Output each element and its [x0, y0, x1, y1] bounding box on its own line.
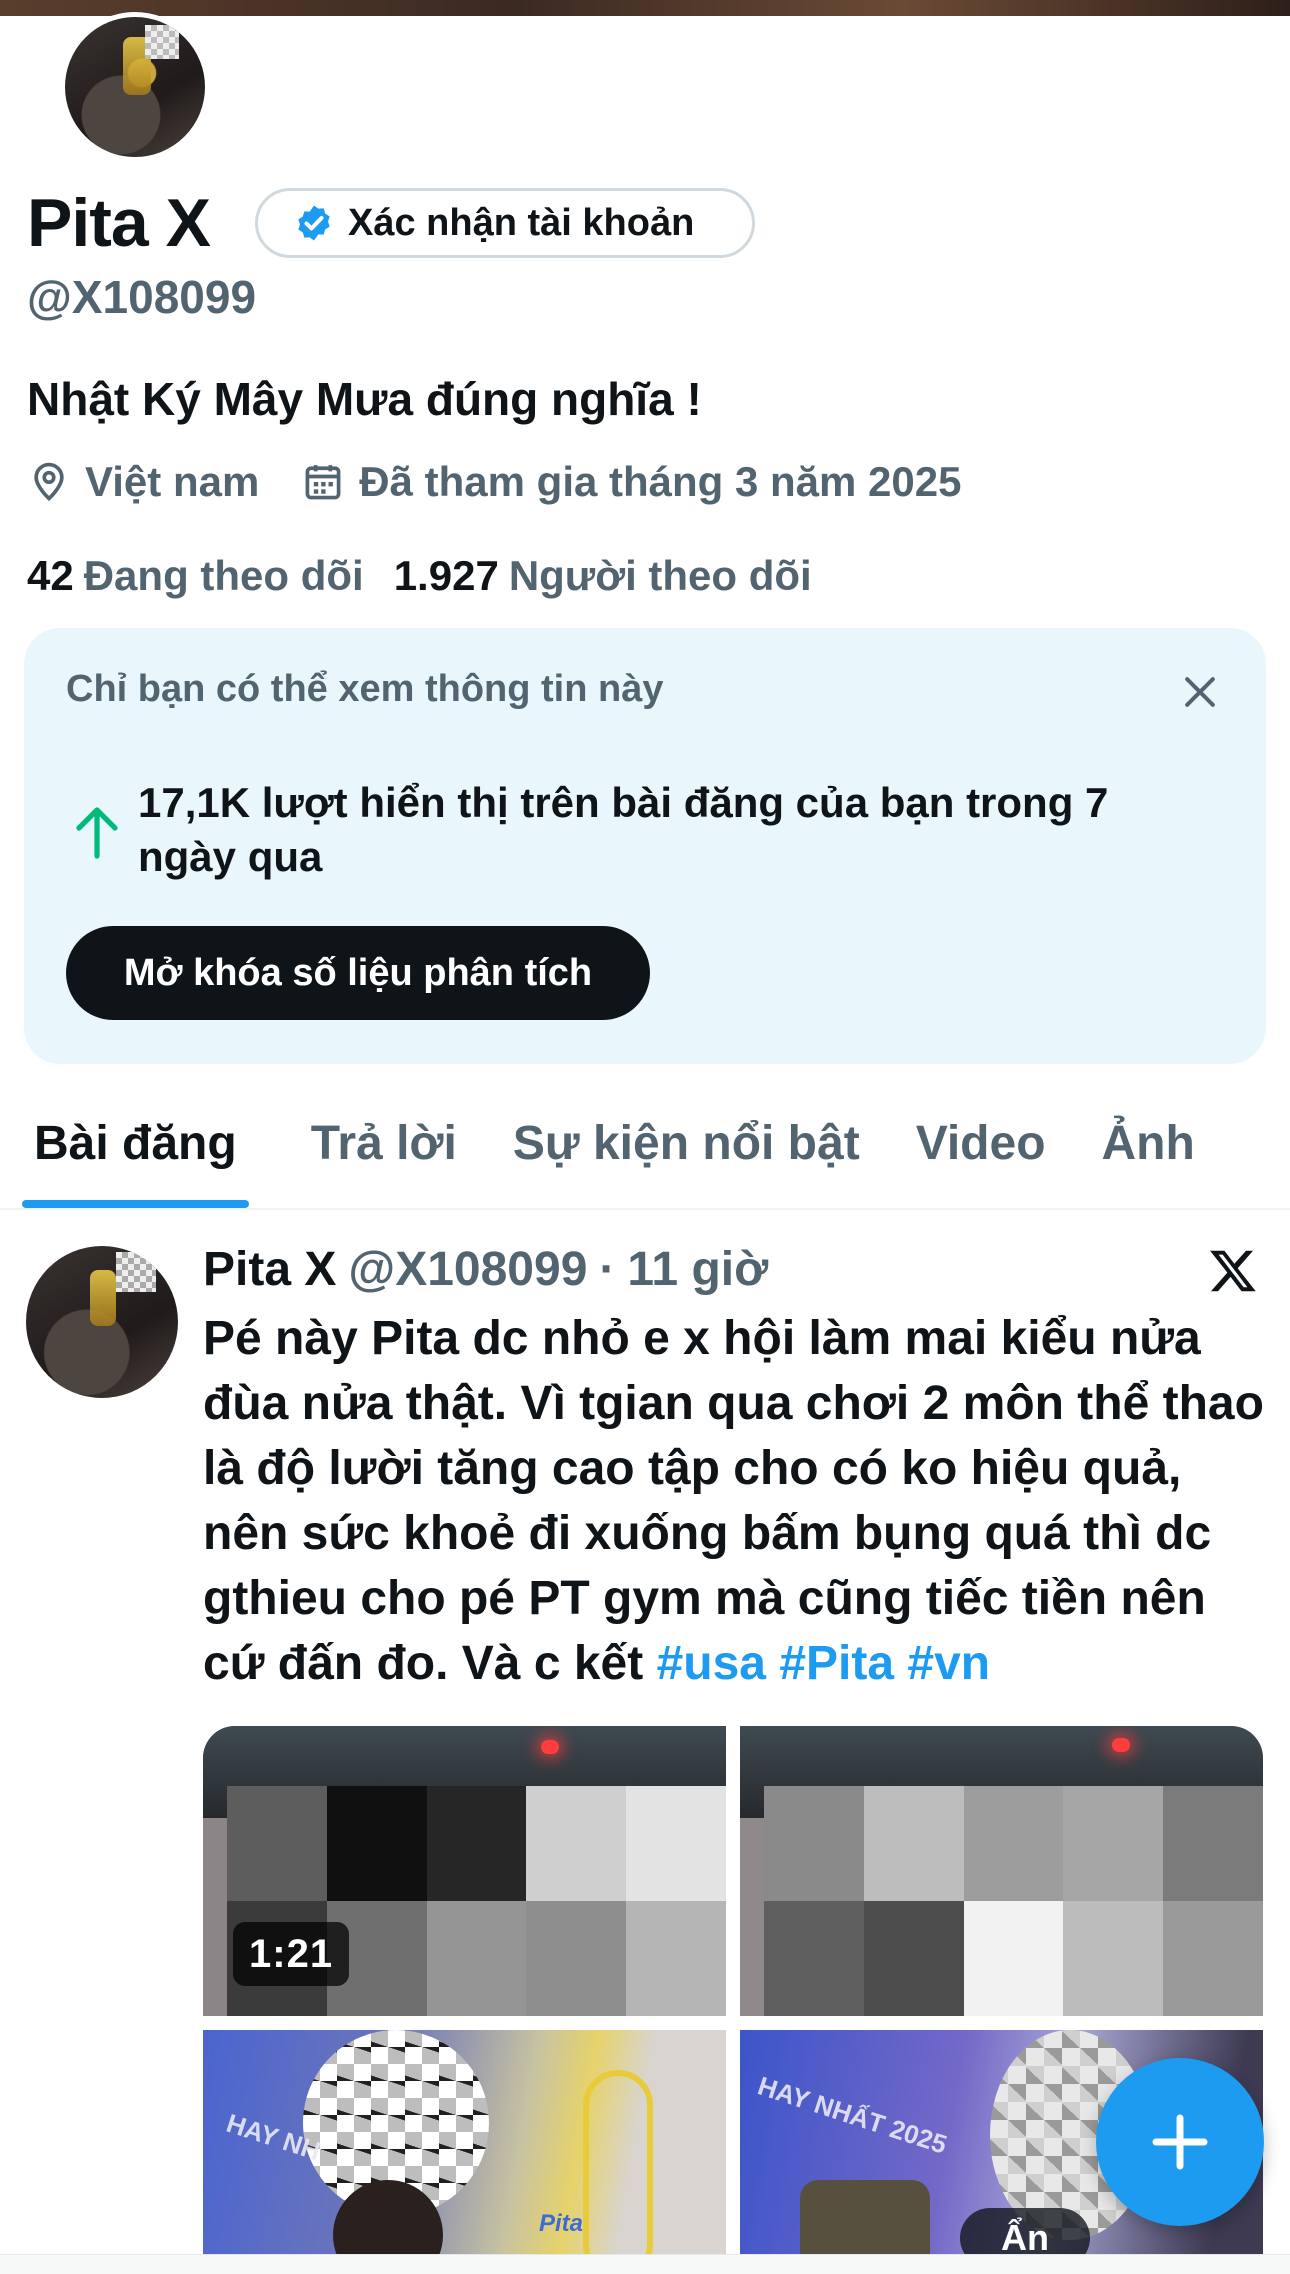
close-icon[interactable]	[1178, 670, 1222, 714]
tab-posts-label: Bài đăng	[34, 1116, 237, 1170]
profile-location: Việt nam	[27, 458, 259, 506]
post-timestamp[interactable]: 11 giờ	[627, 1242, 768, 1297]
hashtag-vn[interactable]: #vn	[907, 1637, 990, 1690]
post-author-handle[interactable]: @X108099	[348, 1242, 587, 1297]
post-header: Pita X @X108099 · 11 giờ	[203, 1242, 768, 1297]
profile-meta: Việt nam Đã tham gia tháng 3 năm 2025	[27, 458, 1004, 506]
post-item[interactable]: Pita X @X108099 · 11 giờ Pé này Pita dc …	[0, 1212, 1290, 2274]
active-tab-indicator	[22, 1200, 249, 1208]
post-text: Pé này Pita dc nhỏ e x hội làm mai kiểu …	[203, 1312, 1264, 1690]
calendar-icon	[305, 465, 341, 500]
bottom-bar-edge	[0, 2254, 1290, 2274]
following-link[interactable]: 42 Đang theo dõi	[27, 552, 364, 600]
tab-videos[interactable]: Video	[916, 1080, 1046, 1206]
followers-label: Người theo dõi	[508, 552, 812, 599]
verify-account-label: Xác nhận tài khoản	[348, 201, 695, 244]
arrow-up-icon	[76, 807, 118, 859]
tab-photos[interactable]: Ảnh	[1102, 1080, 1195, 1206]
x-logo-icon	[1210, 1250, 1256, 1292]
tab-highlights-label: Sự kiện nổi bật	[512, 1116, 860, 1170]
following-label: Đang theo dõi	[83, 552, 364, 599]
followers-link[interactable]: 1.927 Người theo dõi	[394, 552, 812, 600]
profile-tabs: Bài đăng Trả lời Sự kiện nổi bật Video Ả…	[0, 1080, 1290, 1210]
tab-highlights[interactable]: Sự kiện nổi bật	[513, 1080, 860, 1206]
post-media-grid: 1:21 HAY NH Pita HAY NHẤT 2025 Ẩn	[203, 1726, 1263, 2274]
hashtag-pita[interactable]: #Pita	[779, 1637, 894, 1690]
impressions-stat: 17,1K lượt hiển thị trên bài đăng của bạ…	[138, 779, 1109, 880]
profile-display-name: Pita X	[27, 185, 211, 261]
media-photo-3[interactable]: HAY NH Pita	[203, 2030, 726, 2274]
profile-banner[interactable]	[0, 0, 1290, 16]
profile-handle: @X108099	[27, 271, 257, 323]
profile-joined: Đã tham gia tháng 3 năm 2025	[301, 458, 962, 506]
unlock-analytics-button[interactable]: Mở khóa số liệu phân tích	[66, 926, 650, 1020]
post-body: Pé này Pita dc nhỏ e x hội làm mai kiểu …	[203, 1306, 1273, 1696]
media-video-thumbnail[interactable]: 1:21	[203, 1726, 726, 2016]
profile-bio: Nhật Ký Mây Mưa đúng nghĩa !	[27, 373, 702, 425]
insight-private-note: Chỉ bạn có thể xem thông tin này	[66, 668, 664, 710]
hashtag-usa[interactable]: #usa	[657, 1637, 766, 1690]
plus-icon	[1152, 2114, 1208, 2170]
video-duration-badge: 1:21	[233, 1922, 350, 1986]
follow-stats: 42 Đang theo dõi 1.927 Người theo dõi	[27, 552, 812, 600]
followers-count: 1.927	[393, 552, 499, 599]
tab-posts[interactable]: Bài đăng	[22, 1080, 249, 1208]
post-separator: ·	[599, 1243, 616, 1296]
tab-videos-label: Video	[915, 1116, 1046, 1170]
post-author-avatar[interactable]	[26, 1246, 178, 1398]
location-pin-icon	[34, 462, 64, 501]
profile-avatar[interactable]	[60, 12, 210, 162]
post-author-name[interactable]: Pita X	[203, 1242, 336, 1297]
verified-badge-icon	[298, 205, 330, 241]
compose-button[interactable]	[1096, 2058, 1264, 2226]
joined-text: Đã tham gia tháng 3 năm 2025	[359, 458, 962, 505]
verify-account-button[interactable]: Xác nhận tài khoản	[255, 188, 755, 258]
analytics-insight-card: Chỉ bạn có thể xem thông tin này 17,1K l…	[24, 628, 1266, 1064]
following-count: 42	[27, 552, 74, 599]
tab-photos-label: Ảnh	[1101, 1116, 1195, 1170]
tab-replies[interactable]: Trả lời	[311, 1080, 457, 1206]
media-photo-2[interactable]	[740, 1726, 1263, 2016]
location-text: Việt nam	[85, 458, 260, 505]
tab-replies-label: Trả lời	[310, 1116, 457, 1170]
